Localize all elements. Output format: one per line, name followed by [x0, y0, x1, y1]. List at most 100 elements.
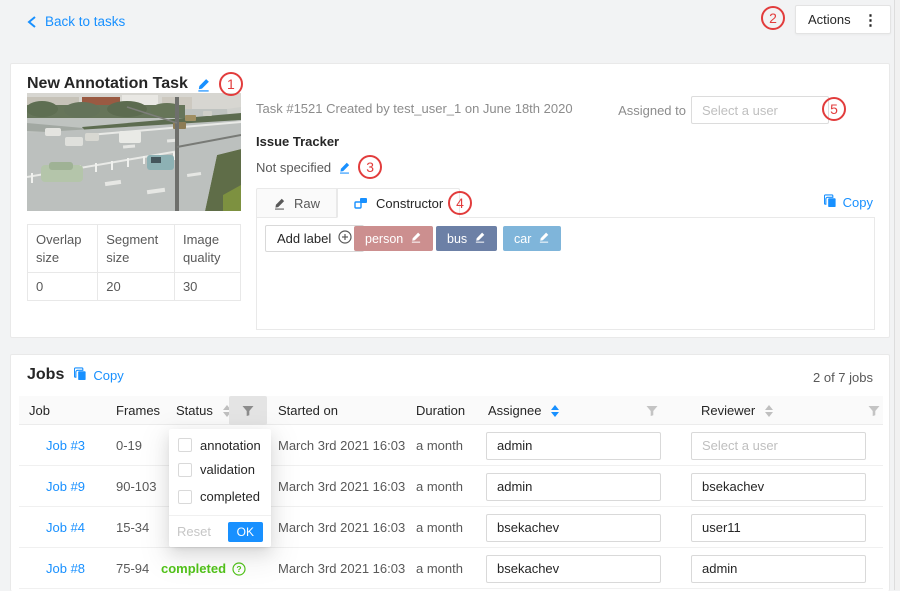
- filter-option-annotation[interactable]: annotation: [169, 429, 271, 456]
- table-row: Job #9 90-103 March 3rd 2021 16:03 a mon…: [19, 466, 883, 507]
- duration-value: a month: [416, 548, 463, 589]
- more-menu-icon: ⋮: [863, 11, 878, 29]
- assignee-filter-button[interactable]: [646, 396, 658, 425]
- assignee-input[interactable]: [486, 473, 661, 501]
- jobs-count: 2 of 7 jobs: [813, 370, 873, 385]
- assignee-sort-icon[interactable]: [551, 405, 559, 417]
- frames-value: 90-103: [116, 466, 156, 507]
- actions-button[interactable]: Actions ⋮: [795, 5, 891, 34]
- copy-labels-label: Copy: [843, 195, 873, 210]
- task-title: New Annotation Task: [27, 75, 188, 93]
- filter-option-completed-label: completed: [200, 489, 260, 504]
- label-chip-person[interactable]: person: [354, 226, 433, 251]
- reviewer-input[interactable]: [691, 473, 866, 501]
- assignee-input[interactable]: [486, 432, 661, 460]
- started-value: March 3rd 2021 16:03: [278, 466, 405, 507]
- filter-funnel-icon: [242, 405, 254, 417]
- checkbox-completed[interactable]: [178, 490, 192, 504]
- assignee-input[interactable]: [486, 555, 661, 583]
- status-value: completed ?: [161, 548, 246, 589]
- job-9-link[interactable]: Job #9: [46, 466, 85, 507]
- tab-raw[interactable]: Raw: [256, 188, 337, 218]
- col-reviewer-label: Reviewer: [701, 403, 755, 418]
- col-duration[interactable]: Duration: [416, 396, 465, 425]
- table-row: Job #3 0-19 March 3rd 2021 16:03 a month: [19, 425, 883, 466]
- jobs-title: Jobs: [27, 366, 64, 384]
- annotation-circle-1: 1: [219, 72, 243, 96]
- label-chip-car[interactable]: car: [503, 226, 561, 251]
- col-reviewer[interactable]: Reviewer: [701, 396, 773, 425]
- started-value: March 3rd 2021 16:03: [278, 507, 405, 548]
- param-quality-value: 30: [174, 273, 240, 301]
- filter-funnel-icon: [868, 405, 880, 417]
- label-chip-bus[interactable]: bus: [436, 226, 497, 251]
- param-segment-value: 20: [98, 273, 175, 301]
- tab-constructor-label: Constructor: [376, 196, 443, 211]
- assigned-to-label: Assigned to: [612, 103, 686, 118]
- col-frames[interactable]: Frames: [116, 396, 160, 425]
- col-assignee[interactable]: Assignee: [488, 396, 559, 425]
- filter-option-validation-label: validation: [200, 462, 255, 477]
- tab-constructor[interactable]: Constructor: [337, 188, 460, 218]
- checkbox-annotation[interactable]: [178, 438, 192, 452]
- filter-option-completed[interactable]: completed: [169, 483, 271, 510]
- started-value: March 3rd 2021 16:03: [278, 425, 405, 466]
- col-started[interactable]: Started on: [278, 396, 338, 425]
- status-filter-button[interactable]: [229, 396, 267, 425]
- task-detail-page: { "topbar": { "back": "Back to tasks", "…: [0, 0, 900, 590]
- edit-task-name-icon[interactable]: [196, 77, 211, 92]
- param-overlap-header: Overlap size: [28, 225, 98, 273]
- label-person-name: person: [365, 232, 403, 246]
- col-status[interactable]: Status: [176, 396, 231, 425]
- duration-value: a month: [416, 466, 463, 507]
- task-preview-image: [27, 93, 241, 211]
- reviewer-input[interactable]: [691, 514, 866, 542]
- page-scrollbar[interactable]: [894, 0, 900, 590]
- col-assignee-label: Assignee: [488, 403, 541, 418]
- status-filter-dropdown: annotation validation completed Reset OK: [169, 429, 271, 547]
- assigned-to-input[interactable]: [691, 96, 829, 124]
- filter-funnel-icon: [646, 405, 658, 417]
- labels-constructor-panel: Add label person bus car: [256, 217, 875, 330]
- param-overlap-value: 0: [28, 273, 98, 301]
- col-job[interactable]: Job: [29, 396, 50, 425]
- table-row: Job #8 75-94 completed ? March 3rd 2021 …: [19, 548, 883, 589]
- label-car-name: car: [514, 232, 531, 246]
- job-3-link[interactable]: Job #3: [46, 425, 85, 466]
- duration-value: a month: [416, 425, 463, 466]
- issue-tracker-value: Not specified: [256, 160, 331, 175]
- filter-ok-button[interactable]: OK: [228, 522, 263, 542]
- duration-value: a month: [416, 507, 463, 548]
- task-meta-text: Task #1521 Created by test_user_1 on Jun…: [256, 101, 573, 116]
- label-bus-name: bus: [447, 232, 467, 246]
- edit-label-car-icon[interactable]: [538, 231, 550, 246]
- frames-value: 15-34: [116, 507, 149, 548]
- filter-reset-button[interactable]: Reset: [177, 524, 211, 539]
- filter-option-validation[interactable]: validation: [169, 456, 271, 483]
- assignee-input[interactable]: [486, 514, 661, 542]
- road-scene-image: [27, 93, 241, 211]
- edit-label-bus-icon[interactable]: [474, 231, 486, 246]
- col-status-label: Status: [176, 403, 213, 418]
- back-to-tasks-link[interactable]: Back to tasks: [26, 14, 125, 29]
- reviewer-input[interactable]: [691, 432, 866, 460]
- jobs-card: Jobs Copy 2 of 7 jobs Job Frames Status …: [10, 354, 890, 591]
- copy-jobs-link[interactable]: Copy: [74, 367, 123, 384]
- copy-jobs-label: Copy: [93, 368, 123, 383]
- question-circle-icon[interactable]: ?: [232, 562, 246, 576]
- reviewer-input[interactable]: [691, 555, 866, 583]
- reviewer-sort-icon[interactable]: [765, 405, 773, 417]
- copy-labels-link[interactable]: Copy: [824, 194, 873, 211]
- edit-issue-tracker-icon[interactable]: [338, 161, 351, 174]
- param-quality-header: Image quality: [174, 225, 240, 273]
- table-row: Job #4 15-34 March 3rd 2021 16:03 a mont…: [19, 507, 883, 548]
- task-details-card: New Annotation Task 1: [10, 63, 890, 338]
- annotation-circle-3: 3: [358, 155, 382, 179]
- checkbox-validation[interactable]: [178, 463, 192, 477]
- job-4-link[interactable]: Job #4: [46, 507, 85, 548]
- reviewer-filter-button[interactable]: [868, 396, 880, 425]
- edit-label-person-icon[interactable]: [410, 231, 422, 246]
- back-chevron-icon: [26, 15, 38, 29]
- job-8-link[interactable]: Job #8: [46, 548, 85, 589]
- add-label-button[interactable]: Add label: [265, 225, 364, 252]
